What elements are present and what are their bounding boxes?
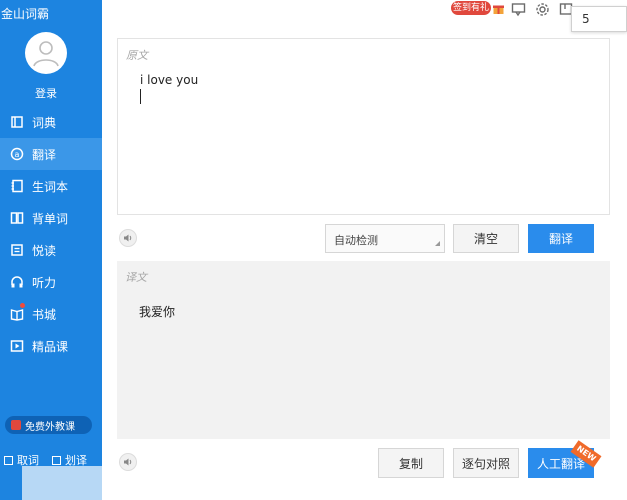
tutor-icon (11, 420, 21, 430)
result-text: 我爱你 (139, 305, 176, 319)
reading-icon (10, 243, 24, 257)
free-tutor-course-button[interactable]: 免费外教课 (5, 416, 92, 434)
book-icon (10, 115, 24, 129)
sidebar-item-label: 精品课 (32, 339, 69, 354)
clear-button[interactable]: 清空 (453, 224, 519, 253)
overlay-blur (22, 466, 102, 500)
sidebar-item-reading[interactable]: 悦读 (0, 234, 102, 266)
sentence-compare-button[interactable]: 逐句对照 (453, 448, 519, 478)
sidebar-item-bookstore[interactable]: 书城 (0, 298, 102, 330)
gift-icon[interactable] (492, 2, 505, 18)
video-course-icon (10, 339, 24, 353)
sidebar-item-translate[interactable]: a 翻译 (0, 138, 102, 170)
login-link[interactable]: 登录 (0, 85, 92, 101)
sidebar-item-listening[interactable]: 听力 (0, 266, 102, 298)
sidebar-item-label: 书城 (32, 307, 57, 322)
sidebar-item-dictionary[interactable]: 词典 (0, 106, 102, 138)
speaker-icon (124, 234, 132, 242)
promo-label: 免费外教课 (25, 421, 75, 433)
language-select[interactable]: 自动检测 (325, 224, 445, 253)
sidebar-item-label: 背单词 (32, 211, 69, 226)
select-translate-checkbox[interactable] (52, 455, 61, 465)
popup-value: 5 (571, 6, 627, 32)
sidebar: 金山词霸 登录 词典 a 翻译 生词本 背单词 悦读 听力 书城 精品课 免费外… (0, 0, 102, 500)
text-cursor (140, 89, 141, 104)
signin-reward-badge[interactable]: 签到有礼 (451, 1, 491, 15)
avatar[interactable] (25, 32, 67, 74)
headphones-icon (10, 275, 24, 289)
app-title: 金山词霸 (1, 7, 50, 21)
svg-text:a: a (15, 150, 20, 159)
source-text-area[interactable]: 原文 i love you (117, 38, 610, 215)
sidebar-item-memorize-words[interactable]: 背单词 (0, 202, 102, 234)
result-label: 译文 (125, 271, 147, 284)
result-area: 译文 我爱你 (117, 261, 610, 439)
sidebar-item-label: 悦读 (32, 243, 57, 258)
sidebar-nav: 词典 a 翻译 生词本 背单词 悦读 听力 书城 精品课 (0, 106, 102, 362)
sidebar-item-label: 生词本 (32, 179, 69, 194)
sidebar-item-label: 听力 (32, 275, 57, 290)
result-pronounce-button[interactable] (119, 453, 137, 471)
source-input-text[interactable]: i love you (140, 73, 198, 87)
copy-button[interactable]: 复制 (378, 448, 444, 478)
language-select-value: 自动检测 (334, 234, 378, 247)
notification-dot (20, 303, 25, 308)
feedback-icon[interactable] (511, 2, 526, 20)
sidebar-item-premium-courses[interactable]: 精品课 (0, 330, 102, 362)
translate-button[interactable]: 翻译 (528, 224, 594, 253)
flashcard-icon (10, 211, 24, 225)
source-pronounce-button[interactable] (119, 229, 137, 247)
gear-icon[interactable] (535, 2, 550, 20)
bookstore-icon (10, 307, 24, 321)
speaker-icon (124, 458, 132, 466)
source-label: 原文 (126, 49, 148, 62)
user-icon (33, 41, 59, 67)
sidebar-item-label: 翻译 (32, 147, 57, 162)
dropdown-arrow-icon (435, 241, 440, 246)
translate-icon: a (10, 147, 24, 161)
word-capture-checkbox[interactable] (4, 455, 13, 465)
sidebar-item-label: 词典 (32, 115, 57, 130)
notebook-icon (10, 179, 24, 193)
sidebar-item-vocabulary[interactable]: 生词本 (0, 170, 102, 202)
